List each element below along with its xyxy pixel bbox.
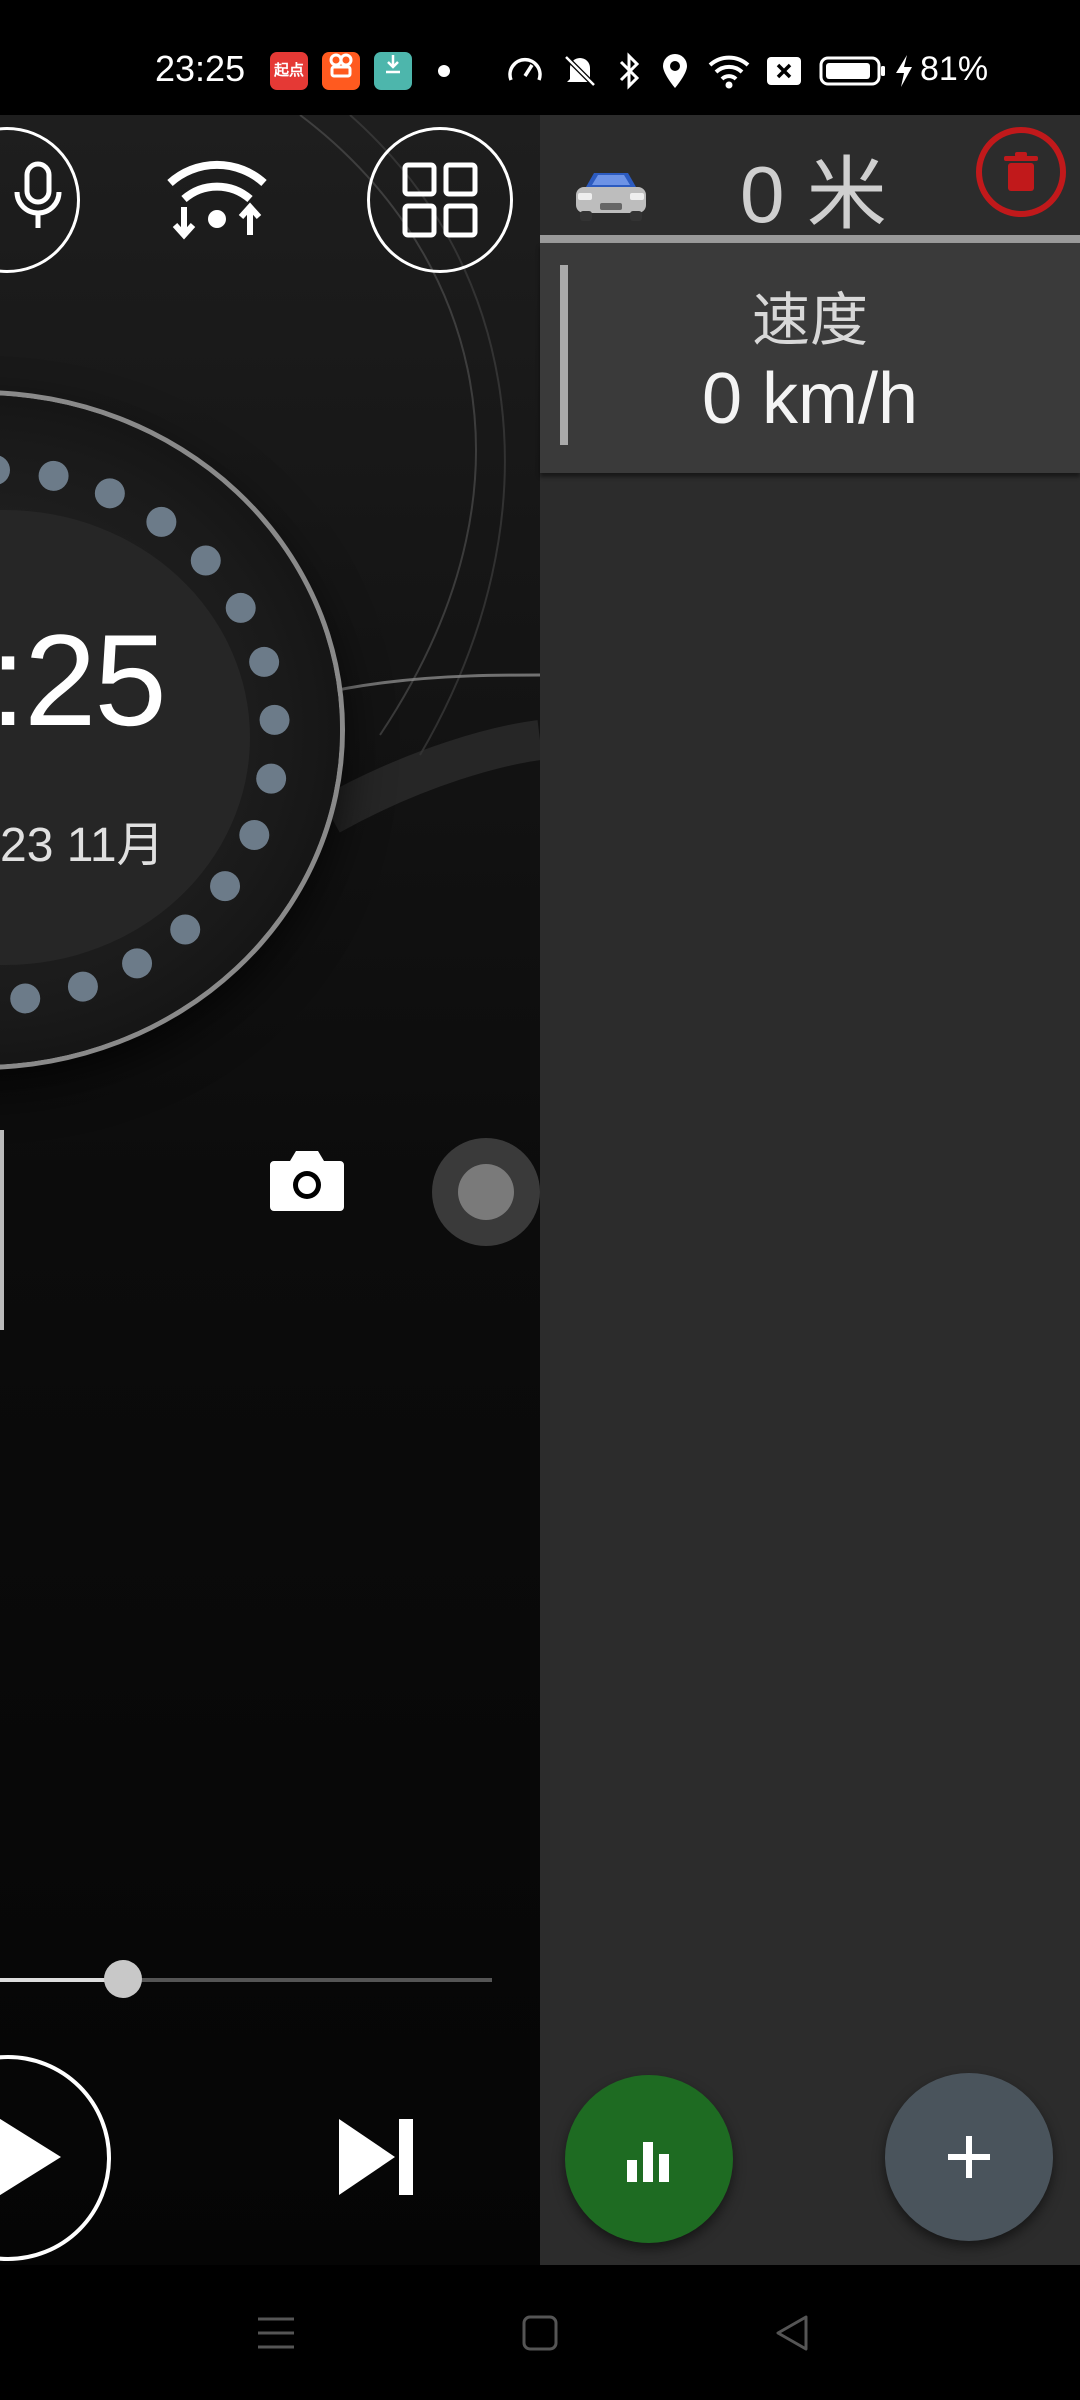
sim-off-icon [764,50,804,92]
speed-card[interactable]: 速度 0 km/h [540,243,1080,473]
bar-chart-icon [627,2142,669,2182]
skip-next-button[interactable] [335,2115,419,2199]
record-button[interactable] [432,1138,540,1246]
divider-line [0,1130,4,1330]
camera-icon [270,1151,344,1211]
skip-next-icon [339,2119,413,2195]
header-divider [540,235,1080,243]
play-icon [0,2118,61,2196]
seek-bar-thumb[interactable] [104,1960,142,1998]
wifi-icon [706,50,752,92]
clock-time: :25 [0,607,167,753]
distance-text: 0 米 [740,150,887,239]
kuaishou-app-icon [322,52,360,90]
car-icon [572,165,650,225]
mic-icon [14,161,62,228]
speed-value: 0 km/h [701,359,919,439]
location-icon [658,50,692,92]
battery-icon [818,50,888,92]
stats-button[interactable] [565,2075,733,2243]
menu-button[interactable] [236,2265,316,2400]
menu-icon [258,2317,294,2348]
wifi-transfer-icon [167,160,267,240]
add-button[interactable] [885,2073,1053,2241]
play-button[interactable] [0,2055,111,2261]
seek-bar[interactable] [0,1960,492,1998]
speed-panel: 0 米 速度 0 km/h [540,115,1080,2265]
speed-icon [505,50,545,92]
home-icon [522,2315,558,2350]
wifi-transfer-button[interactable] [162,155,272,245]
speed-panel-header: 0 米 [540,115,1080,239]
mute-icon [558,50,602,92]
bluetooth-icon [614,50,644,92]
plus-icon [948,2136,990,2178]
grid-apps-icon [402,162,478,238]
speed-label: 速度 [751,288,868,353]
download-app-icon [374,52,412,90]
dashboard-panel: :25 23 11月 [0,115,540,2265]
status-time: 23:25 [155,48,246,89]
grid-apps-button[interactable] [367,127,513,273]
back-icon [776,2315,808,2350]
home-button[interactable] [500,2265,580,2400]
navigation-bar [0,2265,1080,2400]
clock-date: 23 11月 [0,819,165,872]
charging-icon [892,50,916,92]
qidian-app-icon: 起点 [270,52,308,90]
notification-dot [438,65,450,77]
record-dot-icon [458,1164,514,1220]
camera-button[interactable] [268,1145,346,1215]
trash-icon [1004,152,1038,191]
status-bar: 23:25 起点 81% [0,0,1080,115]
battery-percent: 81% [920,50,989,88]
back-button[interactable] [752,2265,832,2400]
delete-button[interactable] [976,127,1066,217]
